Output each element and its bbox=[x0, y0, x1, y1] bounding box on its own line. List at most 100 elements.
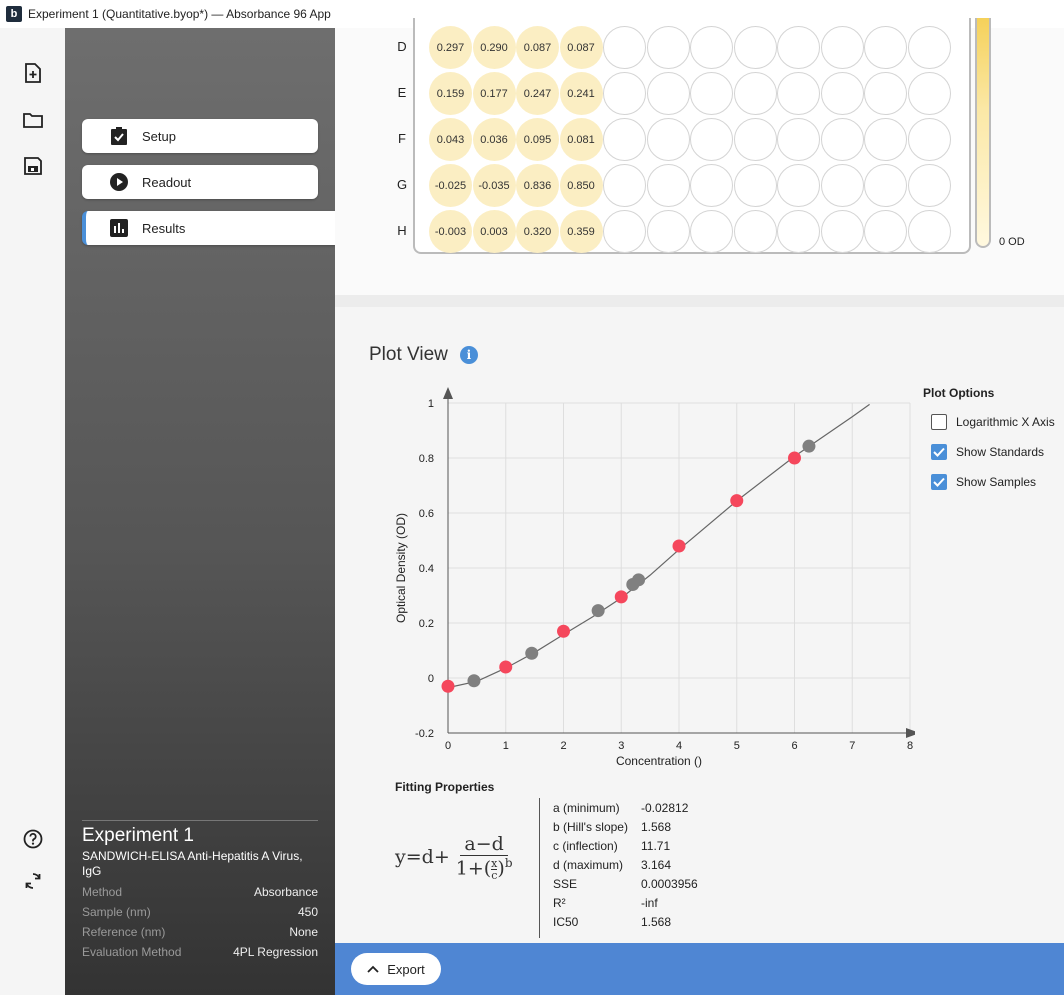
export-label: Export bbox=[387, 961, 425, 977]
plate-well[interactable] bbox=[603, 26, 646, 69]
plate-well[interactable] bbox=[820, 26, 864, 69]
experiment-title: Experiment 1 bbox=[82, 820, 318, 847]
y-tick-label: 0.2 bbox=[419, 618, 434, 630]
nav-results-button[interactable]: Results bbox=[82, 211, 335, 245]
plate-well[interactable]: 0.087 bbox=[516, 26, 559, 69]
nav-readout-button[interactable]: Readout bbox=[82, 165, 318, 199]
plate-well[interactable] bbox=[864, 210, 907, 253]
bar-chart-icon bbox=[110, 219, 128, 237]
plate-well[interactable]: 0.290 bbox=[472, 26, 516, 69]
plate-well[interactable] bbox=[646, 210, 690, 253]
plate-well[interactable] bbox=[733, 26, 777, 69]
plate-well[interactable] bbox=[907, 26, 951, 69]
show-samples-checkbox[interactable] bbox=[931, 474, 947, 490]
plate-well[interactable]: -0.035 bbox=[472, 164, 516, 207]
plate-well[interactable]: 0.241 bbox=[559, 72, 603, 115]
plate-well[interactable] bbox=[646, 72, 690, 115]
new-file-icon[interactable] bbox=[22, 62, 44, 84]
plate-well[interactable] bbox=[690, 164, 733, 207]
plate-well[interactable] bbox=[864, 118, 907, 161]
fit-value: 11.71 bbox=[641, 838, 671, 853]
x-tick-label: 2 bbox=[560, 740, 566, 752]
plate-well[interactable]: 0.177 bbox=[472, 72, 516, 115]
plate-well[interactable] bbox=[777, 118, 820, 161]
sidebar: Setup Readout Results Experiment 1 SANDW… bbox=[65, 28, 335, 995]
plate-well[interactable] bbox=[603, 210, 646, 253]
fit-row: a (minimum) -0.02812 bbox=[553, 798, 698, 817]
evaluation-row: Evaluation Method 4PL Regression bbox=[82, 945, 318, 959]
standard-curve-plot: 0 1 2 3 4 5 6 7 8 -0.2 0 0.2 0.4 0.6 0.8 1 Concentration… bbox=[394, 387, 915, 768]
plate-well[interactable]: 0.836 bbox=[516, 164, 559, 207]
plate-well[interactable]: 0.359 bbox=[559, 210, 603, 253]
plate-well[interactable] bbox=[864, 26, 907, 69]
plate-well[interactable]: 0.003 bbox=[472, 210, 516, 253]
fit-value: -0.02812 bbox=[641, 800, 689, 815]
plate-well[interactable] bbox=[646, 164, 690, 207]
plate-well[interactable]: 0.320 bbox=[516, 210, 559, 253]
show-standards-checkbox[interactable] bbox=[931, 444, 947, 460]
plate-well[interactable] bbox=[864, 164, 907, 207]
fit-row: b (Hill's slope) 1.568 bbox=[553, 817, 698, 836]
plate-well[interactable] bbox=[777, 164, 820, 207]
info-icon[interactable]: i bbox=[459, 346, 478, 364]
plate-well[interactable]: 0.043 bbox=[429, 118, 472, 161]
fit-row: SSE 0.0003956 bbox=[553, 874, 698, 893]
plate-well[interactable] bbox=[820, 164, 864, 207]
plate-well[interactable] bbox=[907, 72, 951, 115]
nav-setup-button[interactable]: Setup bbox=[82, 119, 318, 153]
x-tick-label: 7 bbox=[849, 740, 855, 752]
plate-well[interactable]: 0.036 bbox=[472, 118, 516, 161]
plate-well[interactable]: 0.095 bbox=[516, 118, 559, 161]
data-point bbox=[730, 494, 744, 508]
plate-well[interactable] bbox=[690, 210, 733, 253]
plate-well[interactable] bbox=[646, 26, 690, 69]
plate-well[interactable] bbox=[646, 118, 690, 161]
clipboard-check-icon bbox=[110, 127, 128, 145]
log-x-axis-checkbox[interactable] bbox=[931, 414, 947, 430]
show-samples-option[interactable]: Show Samples bbox=[931, 474, 1064, 490]
plate-well[interactable] bbox=[733, 118, 777, 161]
plate-well[interactable] bbox=[733, 164, 777, 207]
sample-value: 450 bbox=[297, 905, 318, 919]
plate-well[interactable]: -0.003 bbox=[429, 210, 472, 253]
plate-well[interactable] bbox=[907, 118, 951, 161]
save-icon[interactable] bbox=[22, 155, 44, 177]
export-button[interactable]: Export bbox=[351, 953, 441, 985]
fit-key: IC50 bbox=[553, 914, 579, 929]
plate-well[interactable]: -0.025 bbox=[429, 164, 472, 207]
plate-well[interactable] bbox=[777, 26, 820, 69]
plate-well[interactable] bbox=[907, 210, 951, 253]
plate-well[interactable] bbox=[603, 118, 646, 161]
show-standards-label: Show Standards bbox=[956, 445, 1045, 459]
fit-value: 1.568 bbox=[641, 819, 672, 834]
x-tick-label: 0 bbox=[445, 740, 451, 752]
open-folder-icon[interactable] bbox=[22, 109, 44, 131]
checkmark-icon bbox=[933, 447, 945, 457]
plate-well[interactable]: 0.087 bbox=[559, 26, 603, 69]
plate-well[interactable] bbox=[820, 118, 864, 161]
plate-well[interactable] bbox=[907, 164, 951, 207]
plate-well[interactable]: 0.247 bbox=[516, 72, 559, 115]
plate-well[interactable] bbox=[690, 72, 733, 115]
plate-well[interactable] bbox=[690, 118, 733, 161]
plate-well[interactable] bbox=[733, 72, 777, 115]
plate-well[interactable] bbox=[777, 210, 820, 253]
plate-well[interactable] bbox=[777, 72, 820, 115]
plate-well[interactable] bbox=[864, 72, 907, 115]
plate-well[interactable]: 0.081 bbox=[559, 118, 603, 161]
help-icon[interactable] bbox=[22, 828, 44, 850]
plate-well[interactable] bbox=[820, 72, 864, 115]
plate-well[interactable]: 0.159 bbox=[429, 72, 472, 115]
method-row: Method Absorbance bbox=[82, 885, 318, 899]
plate-well[interactable] bbox=[733, 210, 777, 253]
plate-well[interactable] bbox=[603, 72, 646, 115]
plate-well[interactable] bbox=[690, 26, 733, 69]
plate-well[interactable] bbox=[603, 164, 646, 207]
plate-well[interactable]: 0.850 bbox=[559, 164, 603, 207]
plate-well[interactable] bbox=[820, 210, 864, 253]
log-x-axis-option[interactable]: Logarithmic X Axis bbox=[931, 414, 1064, 430]
show-standards-option[interactable]: Show Standards bbox=[931, 444, 1064, 460]
refresh-icon[interactable] bbox=[22, 870, 44, 892]
plate-well[interactable]: 0.297 bbox=[429, 26, 472, 69]
data-point bbox=[467, 674, 481, 688]
